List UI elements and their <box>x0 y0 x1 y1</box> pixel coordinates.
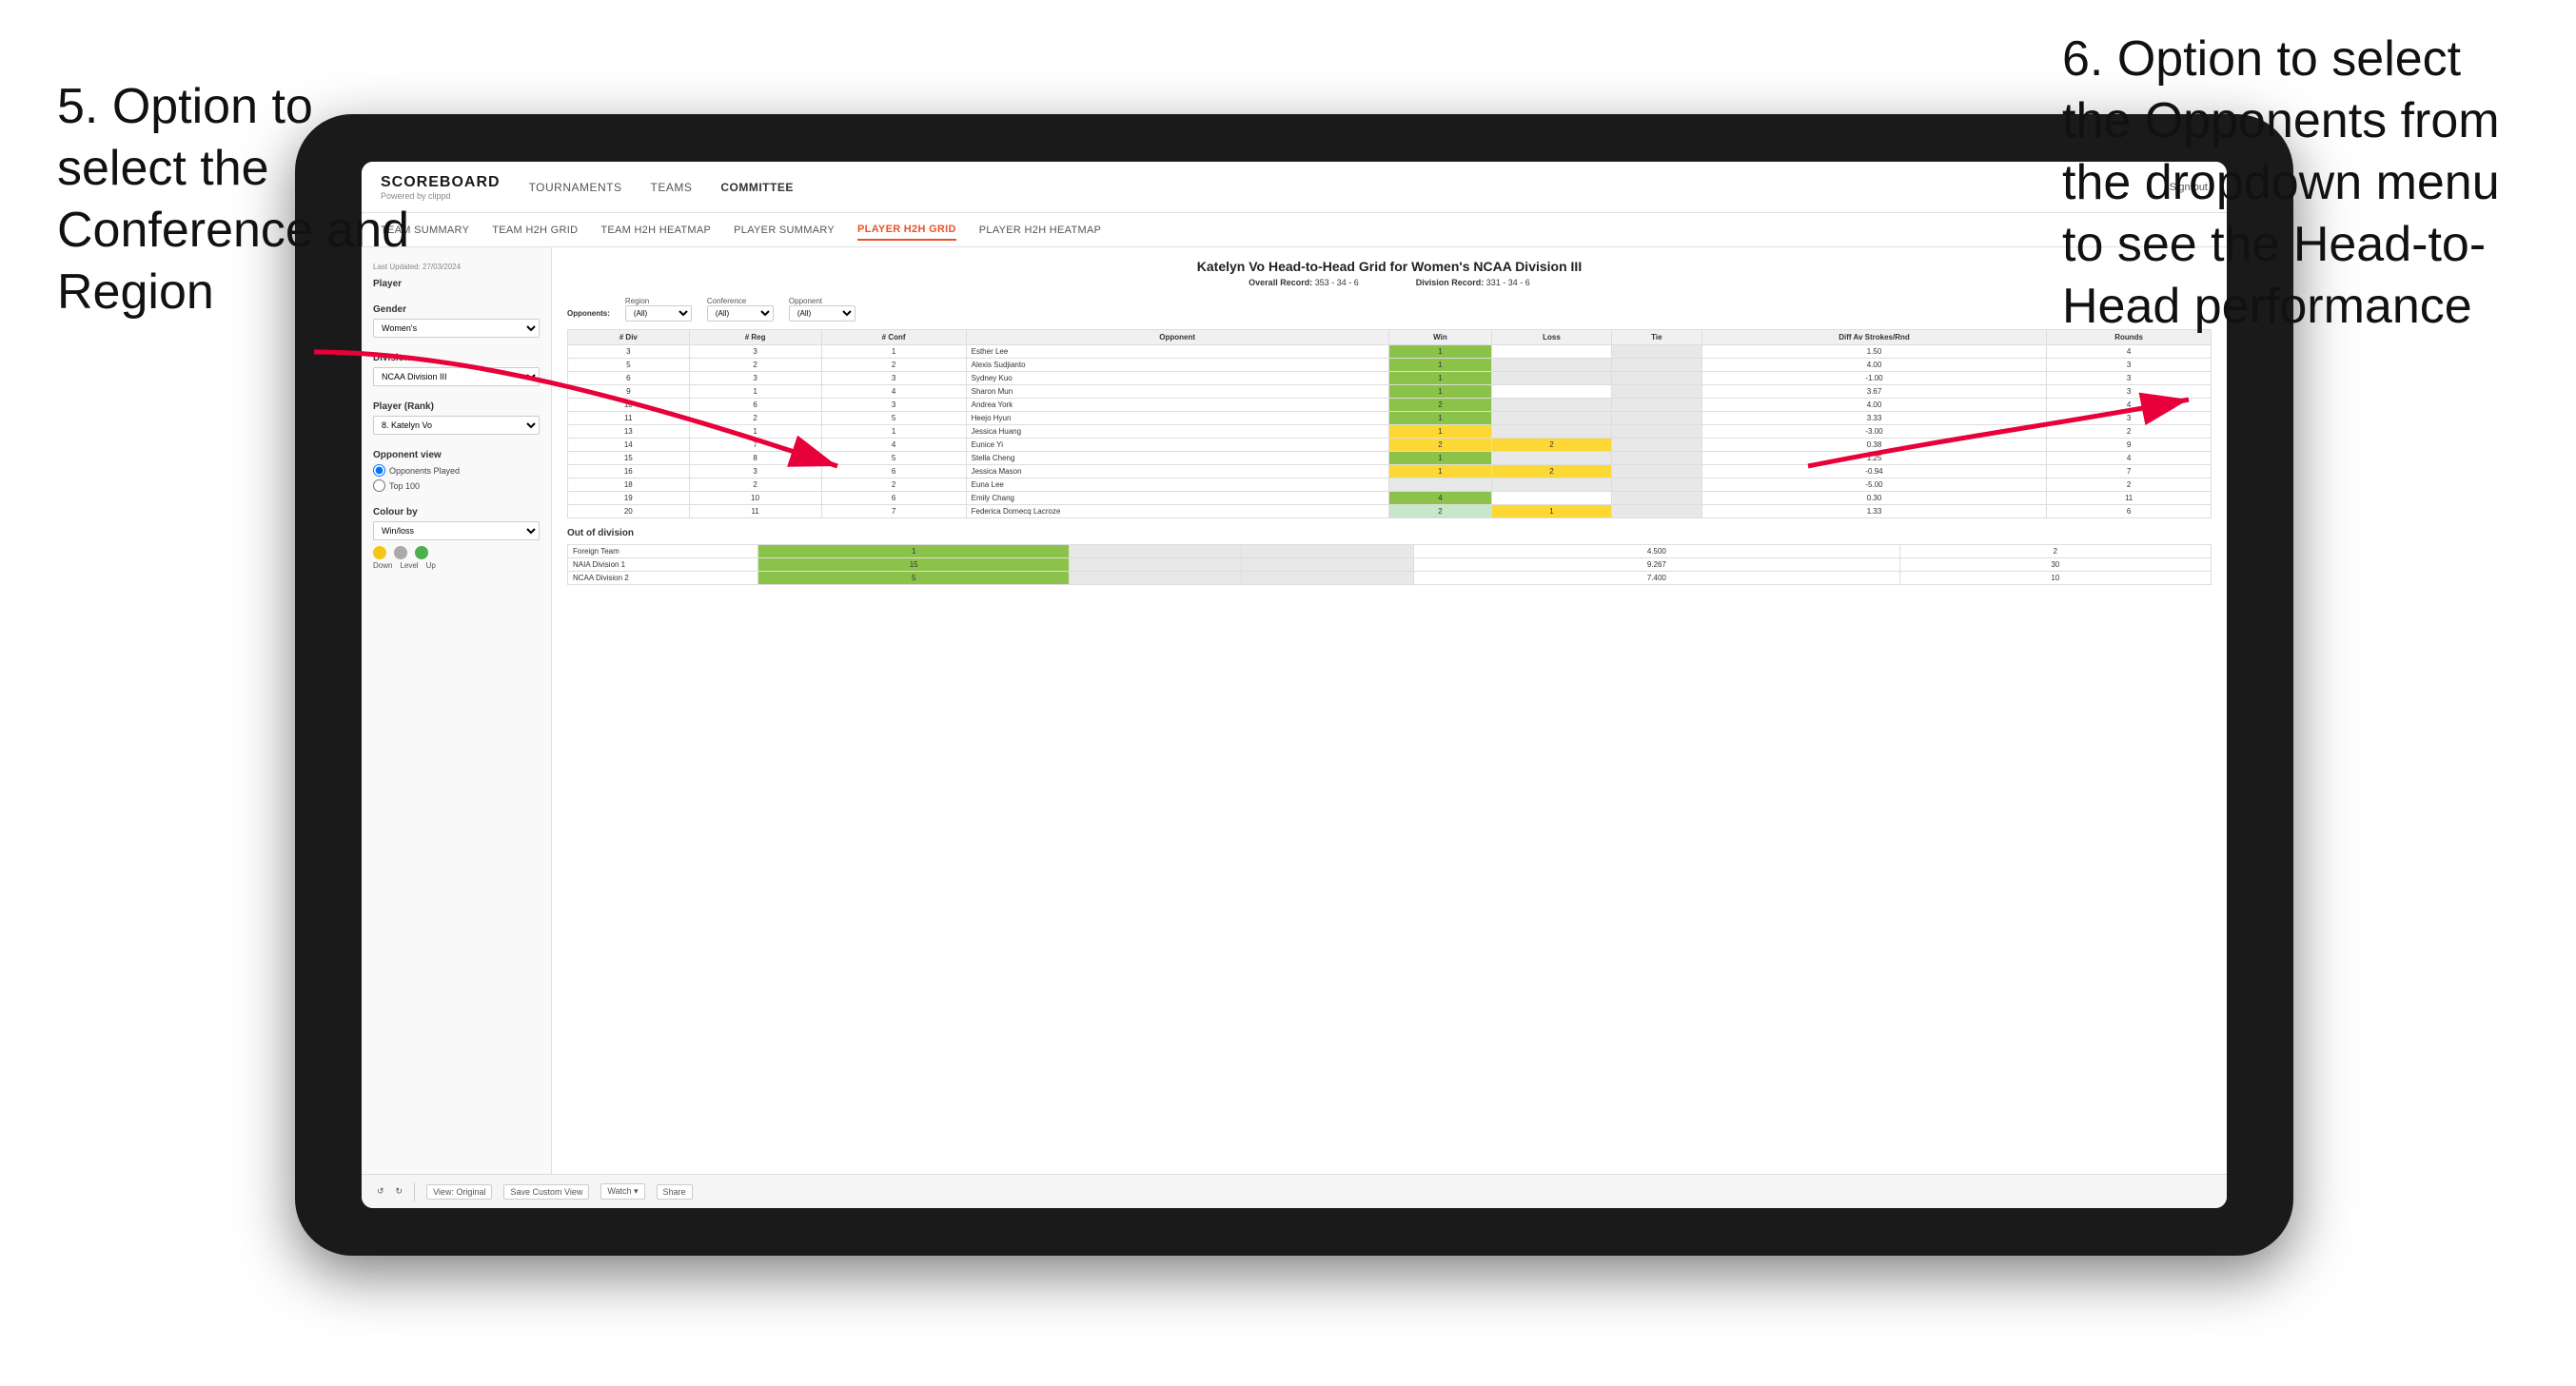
ood-table-row: NCAA Division 2 5 7.400 10 <box>568 572 2212 585</box>
overall-record: Overall Record: 353 - 34 - 6 <box>1249 278 1359 287</box>
nav-committee[interactable]: COMMITTEE <box>720 177 794 198</box>
table-row: 14 7 4 Eunice Yi 2 2 0.38 9 <box>568 439 2212 452</box>
table-row: 16 3 6 Jessica Mason 1 2 -0.94 7 <box>568 465 2212 478</box>
opponents-label: Opponents: <box>567 309 610 318</box>
data-title: Katelyn Vo Head-to-Head Grid for Women's… <box>567 259 2212 274</box>
radio-opponents-played[interactable]: Opponents Played <box>373 464 540 477</box>
colour-dots <box>373 546 540 559</box>
records-row: Overall Record: 353 - 34 - 6 Division Re… <box>567 278 2212 287</box>
table-row: 13 1 1 Jessica Huang 1 -3.00 2 <box>568 425 2212 439</box>
colour-labels: Down Level Up <box>373 561 540 570</box>
main-content: Last Updated: 27/03/2024 Player Gender W… <box>362 247 2227 1174</box>
toolbar-divider-1 <box>414 1182 415 1201</box>
out-of-division-title: Out of division <box>567 528 2212 538</box>
region-select[interactable]: (All) <box>625 305 692 322</box>
table-header-row: # Div # Reg # Conf Opponent Win Loss Tie… <box>568 330 2212 345</box>
region-label: Region <box>625 297 692 305</box>
share-btn[interactable]: Share <box>657 1184 693 1200</box>
tab-player-h2h-grid[interactable]: PLAYER H2H GRID <box>857 220 956 241</box>
view-original-btn[interactable]: View: Original <box>426 1184 492 1200</box>
main-table: # Div # Reg # Conf Opponent Win Loss Tie… <box>567 329 2212 518</box>
table-row: 20 11 7 Federica Domecq Lacroze 2 1 1.33… <box>568 505 2212 518</box>
table-row: 6 3 3 Sydney Kuo 1 -1.00 3 <box>568 372 2212 385</box>
division-record: Division Record: 331 - 34 - 6 <box>1416 278 1530 287</box>
table-row: 10 6 3 Andrea York 2 4.00 4 <box>568 399 2212 412</box>
conference-filter: Conference (All) <box>707 297 774 322</box>
region-filter: Region (All) <box>625 297 692 322</box>
sub-nav: TEAM SUMMARY TEAM H2H GRID TEAM H2H HEAT… <box>362 213 2227 247</box>
table-row: 15 8 5 Stella Cheng 1 1.25 4 <box>568 452 2212 465</box>
colour-by-select[interactable]: Win/loss <box>373 521 540 540</box>
th-div: # Div <box>568 330 690 345</box>
toolbar: ↺ ↻ View: Original Save Custom View Watc… <box>362 1174 2227 1208</box>
radio-group: Opponents Played Top 100 <box>373 464 540 492</box>
tab-team-h2h-heatmap[interactable]: TEAM H2H HEATMAP <box>600 221 711 240</box>
dot-down <box>373 546 386 559</box>
annotation-right: 6. Option to select the Opponents from t… <box>2062 29 2519 338</box>
table-row: 19 10 6 Emily Chang 4 0.30 11 <box>568 492 2212 505</box>
dot-level <box>394 546 407 559</box>
th-reg: # Reg <box>689 330 821 345</box>
ood-table-row: Foreign Team 1 4.500 2 <box>568 545 2212 558</box>
watch-btn[interactable]: Watch ▾ <box>600 1183 644 1200</box>
out-of-division-table: Foreign Team 1 4.500 2 NAIA Division 1 1… <box>567 544 2212 585</box>
th-tie: Tie <box>1611 330 1701 345</box>
tab-team-h2h-grid[interactable]: TEAM H2H GRID <box>492 221 578 240</box>
th-win: Win <box>1388 330 1491 345</box>
data-area: Katelyn Vo Head-to-Head Grid for Women's… <box>552 247 2227 1174</box>
opponent-filter: Opponent (All) <box>789 297 855 322</box>
player-rank-section: Player (Rank) 8. Katelyn Vo <box>373 401 540 435</box>
division-label: Division <box>373 353 540 363</box>
player-rank-label: Player (Rank) <box>373 401 540 412</box>
nav-tournaments[interactable]: TOURNAMENTS <box>529 177 622 198</box>
division-select[interactable]: NCAA Division III <box>373 367 540 386</box>
table-row: 11 2 5 Heejo Hyun 1 3.33 3 <box>568 412 2212 425</box>
top-nav: SCOREBOARD Powered by clippd TOURNAMENTS… <box>362 162 2227 213</box>
table-row: 5 2 2 Alexis Sudjianto 1 4.00 3 <box>568 359 2212 372</box>
redo-btn[interactable]: ↻ <box>396 1186 403 1197</box>
colour-by-label: Colour by <box>373 507 540 517</box>
tablet-screen: SCOREBOARD Powered by clippd TOURNAMENTS… <box>362 162 2227 1208</box>
tablet-device: SCOREBOARD Powered by clippd TOURNAMENTS… <box>295 114 2293 1256</box>
opponent-view-label: Opponent view <box>373 450 540 460</box>
th-opponent: Opponent <box>966 330 1388 345</box>
opponent-select[interactable]: (All) <box>789 305 855 322</box>
save-custom-btn[interactable]: Save Custom View <box>503 1184 589 1200</box>
left-panel: Last Updated: 27/03/2024 Player Gender W… <box>362 247 552 1174</box>
radio-top100[interactable]: Top 100 <box>373 479 540 492</box>
filter-section: Opponents: Region (All) Conference (All) <box>567 297 2212 322</box>
th-diff: Diff Av Strokes/Rnd <box>1701 330 2046 345</box>
colour-by-section: Colour by Win/loss Down Level Up <box>373 507 540 570</box>
conference-select[interactable]: (All) <box>707 305 774 322</box>
table-row: 18 2 2 Euna Lee -5.00 2 <box>568 478 2212 492</box>
nav-teams[interactable]: TEAMS <box>651 177 693 198</box>
filter-row: Opponents: Region (All) Conference (All) <box>567 297 2212 322</box>
undo-btn[interactable]: ↺ <box>377 1186 384 1197</box>
dot-up <box>415 546 428 559</box>
table-row: 3 3 1 Esther Lee 1 1.50 4 <box>568 345 2212 359</box>
tab-player-summary[interactable]: PLAYER SUMMARY <box>734 221 835 240</box>
conference-label: Conference <box>707 297 774 305</box>
th-conf: # Conf <box>821 330 966 345</box>
th-loss: Loss <box>1492 330 1612 345</box>
annotation-left: 5. Option to select the Conference and R… <box>57 76 419 323</box>
player-rank-select[interactable]: 8. Katelyn Vo <box>373 416 540 435</box>
opponent-label: Opponent <box>789 297 855 305</box>
division-section: Division NCAA Division III <box>373 353 540 386</box>
ood-table-row: NAIA Division 1 15 9.267 30 <box>568 558 2212 572</box>
top-nav-links: TOURNAMENTS TEAMS COMMITTEE <box>529 177 2170 198</box>
tab-player-h2h-heatmap[interactable]: PLAYER H2H HEATMAP <box>979 221 1101 240</box>
opponent-view-section: Opponent view Opponents Played Top 100 <box>373 450 540 492</box>
table-row: 9 1 4 Sharon Mun 1 3.67 3 <box>568 385 2212 399</box>
